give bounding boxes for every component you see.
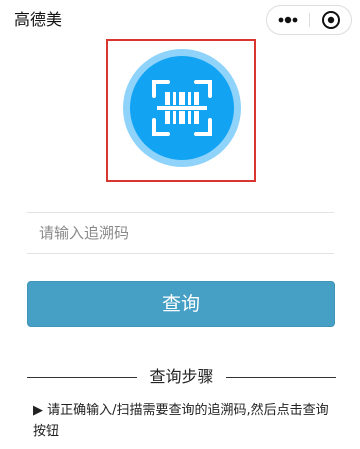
steps-divider-left — [27, 377, 137, 378]
more-dots-icon — [278, 16, 298, 24]
top-navbar: 高德美 — [0, 0, 360, 40]
steps-divider-right — [226, 377, 336, 378]
steps-title: 查询步骤 — [149, 367, 214, 386]
target-circle-icon — [322, 11, 340, 29]
scan-button-halo — [123, 49, 241, 167]
query-button[interactable]: 查询 — [27, 281, 335, 327]
scan-button[interactable] — [130, 56, 234, 160]
trace-code-input[interactable] — [27, 212, 334, 254]
close-button[interactable] — [310, 6, 352, 34]
more-button[interactable] — [267, 6, 309, 34]
scan-button-frame[interactable] — [106, 39, 256, 182]
app-title: 高德美 — [14, 10, 63, 29]
steps-instruction: ▶ 请正确输入/扫描需要查询的追溯码,然后点击查询按钮 — [33, 403, 329, 439]
barcode-scan-icon — [152, 80, 212, 136]
mini-program-capsule — [266, 5, 352, 35]
